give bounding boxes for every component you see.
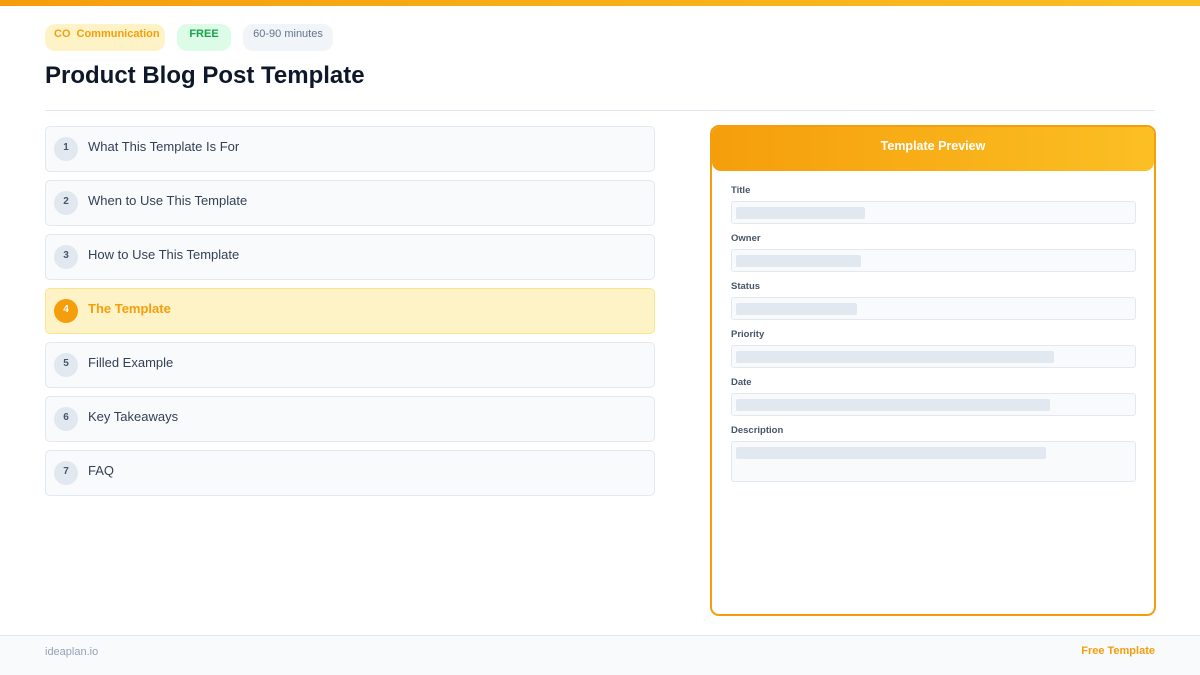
section-label: Key Takeaways <box>88 409 179 424</box>
field-input-date[interactable] <box>731 393 1136 416</box>
section-number: 7 <box>54 461 78 485</box>
section-item-6[interactable]: 6 Key Takeaways <box>45 396 655 442</box>
section-number: 3 <box>54 245 78 269</box>
section-list: 1 What This Template Is For 2 When to Use T… <box>45 126 655 504</box>
section-label: FAQ <box>88 463 115 478</box>
category-abbr: CO <box>54 28 71 40</box>
section-item-2[interactable]: 2 When to Use This Template <box>45 180 655 226</box>
field-label: Title <box>731 185 751 196</box>
field-label: Priority <box>731 329 765 340</box>
field-label: Status <box>731 281 761 292</box>
field-label: Description <box>731 425 784 436</box>
section-number: 4 <box>54 299 78 323</box>
page-title: Product Blog Post Template <box>45 62 365 89</box>
field-input-owner[interactable] <box>731 249 1136 272</box>
field-input-title[interactable] <box>731 201 1136 224</box>
category-badge[interactable]: CO Communication <box>45 24 165 51</box>
section-item-3[interactable]: 3 How to Use This Template <box>45 234 655 280</box>
price-badge: FREE <box>177 24 231 51</box>
field-label: Date <box>731 377 752 388</box>
preview-header: Template Preview <box>712 127 1154 171</box>
field-input-description[interactable] <box>731 441 1136 482</box>
footer-tag: Free Template <box>1081 645 1155 657</box>
section-item-5[interactable]: 5 Filled Example <box>45 342 655 388</box>
preview-fields: Title Owner Status Priority Date Description <box>731 185 1136 491</box>
footer-brand[interactable]: ideaplan.io <box>45 646 98 658</box>
placeholder-bar <box>736 351 1055 363</box>
section-number: 2 <box>54 191 78 215</box>
section-number: 6 <box>54 407 78 431</box>
template-preview-card: Template Preview Title Owner Status Priorit… <box>710 125 1156 616</box>
section-label: Filled Example <box>88 355 174 370</box>
section-number: 1 <box>54 137 78 161</box>
placeholder-bar <box>736 207 865 219</box>
footer: ideaplan.io Free Template <box>0 635 1200 675</box>
section-item-1[interactable]: 1 What This Template Is For <box>45 126 655 172</box>
badge-row: CO Communication FREE 60-90 minutes <box>45 24 333 51</box>
placeholder-bar <box>736 447 1047 459</box>
top-accent-bar <box>0 0 1200 6</box>
field-input-status[interactable] <box>731 297 1136 320</box>
section-label: What This Template Is For <box>88 139 240 154</box>
section-label: When to Use This Template <box>88 193 248 208</box>
duration-badge: 60-90 minutes <box>243 24 333 51</box>
section-item-7[interactable]: 7 FAQ <box>45 450 655 496</box>
section-label: How to Use This Template <box>88 247 240 262</box>
divider <box>45 110 1155 111</box>
category-label: Communication <box>76 28 160 40</box>
section-label: The Template <box>88 301 171 316</box>
placeholder-bar <box>736 303 857 315</box>
placeholder-bar <box>736 255 861 267</box>
section-number: 5 <box>54 353 78 377</box>
field-label: Owner <box>731 233 761 244</box>
page: CO Communication FREE 60-90 minutes Prod… <box>0 0 1200 675</box>
placeholder-bar <box>736 399 1051 411</box>
field-input-priority[interactable] <box>731 345 1136 368</box>
section-item-4[interactable]: 4 The Template <box>45 288 655 334</box>
